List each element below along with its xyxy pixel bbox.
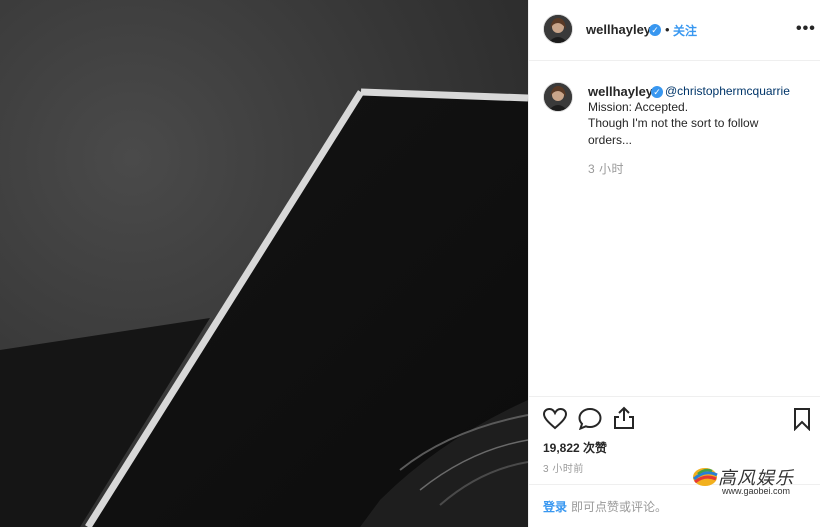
- more-options-icon[interactable]: •••: [796, 20, 816, 38]
- watermark-url: www.gaobei.com: [722, 486, 791, 496]
- username-link[interactable]: wellhayley: [586, 22, 651, 37]
- caption-line-2: Though I'm not the sort to follow orders…: [588, 116, 759, 147]
- avatar[interactable]: [543, 14, 573, 44]
- post-photo[interactable]: [0, 0, 528, 527]
- share-icon[interactable]: [613, 406, 635, 435]
- post-header: wellhayley ✓ • 关注 •••: [529, 0, 820, 61]
- action-bar: 19,822 次赞 3 小时前: [529, 396, 820, 475]
- mention-link[interactable]: @christophermcquarrie: [665, 84, 790, 98]
- bookmark-icon[interactable]: [793, 407, 811, 436]
- login-prompt: 即可点赞或评论。: [571, 500, 668, 514]
- caption-timestamp: 3 小时: [588, 162, 625, 176]
- caption-avatar[interactable]: [543, 82, 573, 112]
- likes-count[interactable]: 19,822 次赞: [543, 439, 607, 456]
- verified-check-icon: ✓: [649, 24, 661, 36]
- watermark: 高风娱乐 www.gaobei.com: [692, 462, 810, 498]
- verified-check-icon: ✓: [651, 86, 663, 98]
- watermark-logo-icon: [692, 468, 718, 486]
- photo-image: [0, 0, 528, 527]
- follow-button[interactable]: 关注: [673, 22, 697, 39]
- caption-username[interactable]: wellhayley: [588, 84, 653, 99]
- login-link[interactable]: 登录: [543, 498, 567, 515]
- heart-icon[interactable]: [542, 407, 568, 435]
- comment-icon[interactable]: [578, 407, 602, 435]
- caption-line-1: Mission: Accepted.: [588, 100, 689, 114]
- post-timestamp[interactable]: 3 小时前: [543, 460, 584, 475]
- separator-dot: •: [665, 22, 670, 37]
- post-side-panel: wellhayley ✓ • 关注 ••• wellhayley ✓ @chri…: [528, 0, 820, 527]
